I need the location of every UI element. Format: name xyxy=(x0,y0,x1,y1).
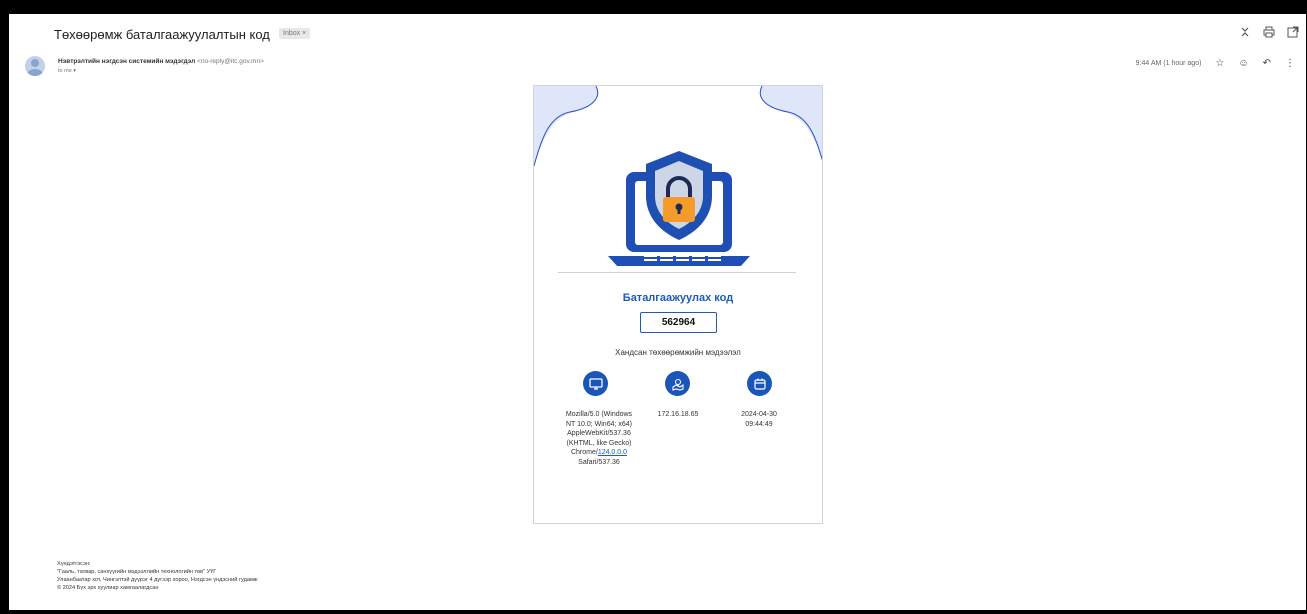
more-vert-icon[interactable]: ⋮ xyxy=(1285,58,1295,69)
calendar-icon xyxy=(747,371,772,396)
footer-address: Улаанбаатар хот, Чингэлтэй дүүрэг 4 дүгэ… xyxy=(57,577,258,583)
sender-line: Нэвтрэлтийн нэгдсэн системийн мэдэгдэл <… xyxy=(58,58,264,65)
email-view: Төхөөрөмж баталгаажуулалтын код Inbox × … xyxy=(9,14,1306,610)
timestamp: 9:44 AM (1 hour ago) xyxy=(1135,60,1202,67)
user-agent-suffix: Safari/537.36 xyxy=(578,458,620,466)
message-actions: 9:44 AM (1 hour ago) ☆ ☺ ↶ ⋮ xyxy=(1136,58,1295,69)
recipient-dropdown[interactable]: to me ▾ xyxy=(58,68,76,74)
star-icon[interactable]: ☆ xyxy=(1215,58,1224,69)
user-agent-text: Mozilla/5.0 (Windows NT 10.0; Win64; x64… xyxy=(563,410,635,468)
device-info-title: Хандсан төхөөрөмжийн мэдээлэл xyxy=(615,348,741,357)
divider xyxy=(558,272,796,273)
browser-version-link[interactable]: 124.0.0.0 xyxy=(598,449,627,456)
subject-row: Төхөөрөмж баталгаажуулалтын код Inbox × xyxy=(9,14,1306,48)
verification-code: 562964 xyxy=(640,312,717,333)
verification-card: Баталгаажуулах код 562964 Хандсан төхөөр… xyxy=(533,85,823,524)
sender-name[interactable]: Нэвтрэлтийн нэгдсэн системийн мэдэгдэл xyxy=(58,58,195,65)
inbox-label-badge[interactable]: Inbox × xyxy=(279,28,311,39)
footer-copyright: © 2024 Бүх эрх хуулиар хамгаалагдсан xyxy=(57,585,159,591)
sender-email: <no-reply@itc.gov.mn> xyxy=(197,58,264,65)
ip-address: 172.16.18.65 xyxy=(657,411,699,418)
security-illustration xyxy=(534,86,822,266)
emoji-icon[interactable]: ☺ xyxy=(1238,58,1248,69)
access-datetime: 2024-04-30 09:44:49 xyxy=(741,411,777,428)
monitor-icon xyxy=(583,371,608,396)
email-subject: Төхөөрөмж баталгаажуулалтын код xyxy=(54,27,270,42)
subject-actions xyxy=(1239,26,1299,41)
email-footer: Хүндэтгэсэн: "Гааль, татвар, санхүүгийн … xyxy=(57,560,258,592)
open-in-new-icon[interactable] xyxy=(1287,26,1299,41)
avatar[interactable] xyxy=(25,56,45,76)
footer-greeting: Хүндэтгэсэн: xyxy=(57,561,91,567)
sender-row: Нэвтрэлтийн нэгдсэн системийн мэдэгдэл <… xyxy=(25,56,1295,86)
collapse-icon[interactable] xyxy=(1239,26,1251,41)
location-map-icon xyxy=(665,371,690,396)
footer-organization: "Гааль, татвар, санхүүгийн мэдээллийн те… xyxy=(57,569,217,575)
code-title: Баталгаажуулах код xyxy=(622,292,734,304)
print-icon[interactable] xyxy=(1263,26,1275,41)
reply-icon[interactable]: ↶ xyxy=(1263,58,1271,69)
